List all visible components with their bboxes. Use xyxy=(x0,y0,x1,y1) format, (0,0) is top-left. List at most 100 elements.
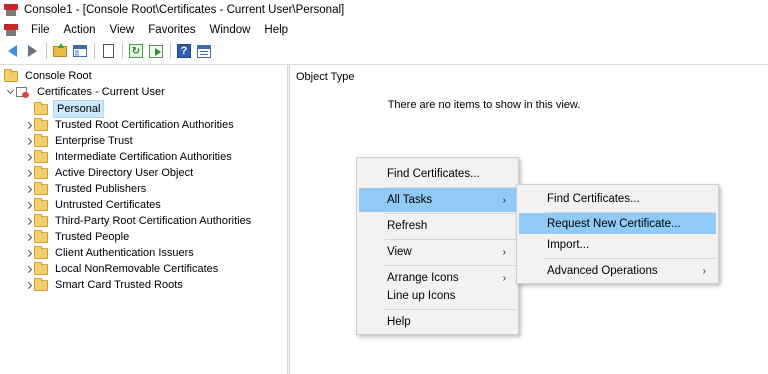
chevron-right-icon[interactable] xyxy=(22,229,34,245)
empty-list-message: There are no items to show in this view. xyxy=(387,99,581,111)
context-menu-help[interactable]: Help xyxy=(359,310,516,334)
toolbar-separator xyxy=(46,43,47,59)
tree-item-label: Trusted Root Certification Authorities xyxy=(55,119,234,131)
chevron-right-icon[interactable] xyxy=(22,181,34,197)
toolbar-separator xyxy=(122,43,123,59)
menu-view[interactable]: View xyxy=(103,20,142,40)
tree-item-folder[interactable]: Client Authentication Issuers xyxy=(22,245,196,261)
tree-item-label: Certificates - Current User xyxy=(37,86,165,98)
tree-item-folder[interactable]: Active Directory User Object xyxy=(22,165,195,181)
menu-action[interactable]: Action xyxy=(57,20,103,40)
tree-item-folder[interactable]: Intermediate Certification Authorities xyxy=(22,149,234,165)
tree-item-personal[interactable]: Personal xyxy=(34,100,105,118)
folder-icon xyxy=(34,277,48,291)
folder-icon xyxy=(34,229,48,243)
toolbar: ↻ ? xyxy=(0,40,768,62)
menu-favorites[interactable]: Favorites xyxy=(141,20,202,40)
folder-icon xyxy=(34,117,48,131)
tree-item-folder[interactable]: Local NonRemovable Certificates xyxy=(22,261,220,277)
chevron-right-icon[interactable] xyxy=(22,213,34,229)
chevron-right-icon[interactable] xyxy=(22,245,34,261)
folder-icon xyxy=(34,101,48,115)
system-menu-icon[interactable] xyxy=(4,24,18,36)
folder-icon xyxy=(34,133,48,147)
tree-item-label: Trusted Publishers xyxy=(55,183,147,195)
submenu-advanced-operations[interactable]: Advanced Operations › xyxy=(519,259,716,283)
context-menu-view[interactable]: View › xyxy=(359,240,516,264)
submenu-arrow-icon: › xyxy=(702,265,706,277)
chevron-right-icon[interactable] xyxy=(22,149,34,165)
menu-window[interactable]: Window xyxy=(203,20,258,40)
up-one-level-button[interactable] xyxy=(51,42,69,60)
column-header-object-type[interactable]: Object Type xyxy=(296,71,355,83)
menu-item-label: Refresh xyxy=(387,220,428,232)
context-menu-line-up-icons[interactable]: Line up Icons xyxy=(359,285,516,307)
back-button[interactable] xyxy=(3,42,21,60)
menu-item-label: Find Certificates... xyxy=(387,168,480,180)
folder-icon xyxy=(34,149,48,163)
context-menu-all-tasks[interactable]: All Tasks › xyxy=(359,188,516,212)
properties-button[interactable] xyxy=(99,42,117,60)
submenu-find-certificates[interactable]: Find Certificates... xyxy=(519,187,716,211)
submenu-import[interactable]: Import... xyxy=(519,234,716,255)
tree-item-folder[interactable]: Untrusted Certificates xyxy=(22,197,163,213)
tree-item-label: Third-Party Root Certification Authoriti… xyxy=(55,215,252,227)
tree-item-folder[interactable]: Smart Card Trusted Roots xyxy=(22,277,185,293)
chevron-right-icon[interactable] xyxy=(22,117,34,133)
menu-item-label: All Tasks xyxy=(387,194,433,206)
menu-file[interactable]: File xyxy=(24,20,57,40)
folder-icon xyxy=(34,261,48,275)
show-hide-action-pane-button[interactable] xyxy=(195,42,213,60)
tree-item-console-root[interactable]: Console Root xyxy=(4,68,94,84)
menu-item-label: Request New Certificate... xyxy=(547,217,681,230)
menu-item-label: Arrange Icons xyxy=(387,272,459,284)
submenu-arrow-icon: › xyxy=(502,194,506,206)
up-one-level-icon xyxy=(53,42,67,57)
help-button[interactable]: ? xyxy=(175,42,193,60)
tree-item-label: Personal xyxy=(53,100,105,118)
submenu-request-new-certificate[interactable]: Request New Certificate... xyxy=(519,213,716,234)
export-list-icon xyxy=(149,44,163,58)
tree-item-label: Untrusted Certificates xyxy=(55,199,161,211)
export-list-button[interactable] xyxy=(147,42,165,60)
tree-item-label: Client Authentication Issuers xyxy=(55,247,194,259)
chevron-down-icon[interactable] xyxy=(4,84,16,100)
tree-item-label: Trusted People xyxy=(55,231,130,243)
context-menu-find-certificates[interactable]: Find Certificates... xyxy=(359,162,516,186)
tree-item-folder[interactable]: Trusted People xyxy=(22,229,131,245)
folder-icon xyxy=(34,197,48,211)
window-title: Console1 - [Console Root\Certificates - … xyxy=(24,4,345,16)
certificate-store-icon xyxy=(16,86,30,98)
forward-button[interactable] xyxy=(23,42,41,60)
menu-item-label: Find Certificates... xyxy=(547,193,640,205)
tree-item-folder[interactable]: Trusted Root Certification Authorities xyxy=(22,117,236,133)
context-menu-refresh[interactable]: Refresh xyxy=(359,214,516,238)
context-menu: Find Certificates... All Tasks › Refresh… xyxy=(356,157,519,335)
tree-item-label: Smart Card Trusted Roots xyxy=(55,279,183,291)
tree-item-folder[interactable]: Third-Party Root Certification Authoriti… xyxy=(22,213,253,229)
tree-item-certificates-current-user[interactable]: Certificates - Current User xyxy=(4,84,167,100)
menu-item-label: Help xyxy=(387,316,411,328)
title-bar: Console1 - [Console Root\Certificates - … xyxy=(0,0,768,20)
chevron-right-icon[interactable] xyxy=(22,277,34,293)
toolbar-separator xyxy=(170,43,171,59)
mmc-app-icon xyxy=(4,4,18,16)
refresh-icon: ↻ xyxy=(129,44,143,58)
chevron-right-icon[interactable] xyxy=(22,133,34,149)
back-arrow-icon xyxy=(7,45,17,57)
chevron-right-icon[interactable] xyxy=(22,165,34,181)
tree-item-folder[interactable]: Enterprise Trust xyxy=(22,133,135,149)
toolbar-separator xyxy=(94,43,95,59)
menu-help[interactable]: Help xyxy=(257,20,295,40)
forward-arrow-icon xyxy=(27,45,37,57)
show-hide-console-tree-button[interactable] xyxy=(71,42,89,60)
chevron-right-icon[interactable] xyxy=(22,261,34,277)
tree-item-label: Enterprise Trust xyxy=(55,135,133,147)
folder-icon xyxy=(4,68,18,82)
tree-item-folder[interactable]: Trusted Publishers xyxy=(22,181,148,197)
refresh-button[interactable]: ↻ xyxy=(127,42,145,60)
console-tree: Console Root Certificates - Current User… xyxy=(0,65,287,374)
tree-item-label: Console Root xyxy=(25,70,92,82)
chevron-right-icon[interactable] xyxy=(22,197,34,213)
tree-item-label: Active Directory User Object xyxy=(55,167,194,179)
